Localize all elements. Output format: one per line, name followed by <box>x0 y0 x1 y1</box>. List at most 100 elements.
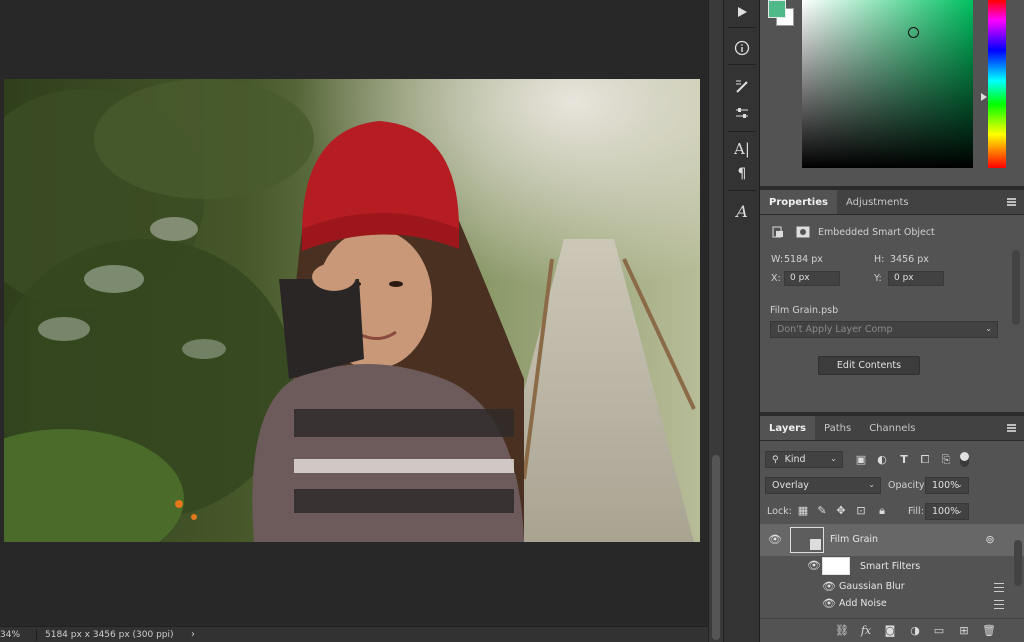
layers-scrollbar[interactable] <box>1014 540 1022 586</box>
canvas-photo[interactable] <box>4 79 700 542</box>
saturation-value-field[interactable] <box>802 0 973 168</box>
type-filter-icon[interactable]: T <box>898 454 910 466</box>
info-icon[interactable] <box>730 36 754 60</box>
document-canvas[interactable] <box>0 0 708 626</box>
filter-toggle[interactable] <box>960 452 969 467</box>
filter-name[interactable]: Gaussian Blur <box>839 581 905 592</box>
edit-contents-button[interactable]: Edit Contents <box>818 356 920 375</box>
layer-name[interactable]: Film Grain <box>830 534 878 545</box>
blend-mode-value: Overlay <box>772 480 809 491</box>
status-bar: 34% 5184 px x 3456 px (300 ppi) › <box>0 626 708 642</box>
adjustment-icon[interactable]: ◑ <box>908 624 922 638</box>
folder-icon[interactable]: ▭ <box>932 624 946 638</box>
layer-filter-kind-select[interactable]: ⚲ Kind ⌄ <box>765 451 843 468</box>
brush-presets-icon[interactable] <box>730 74 754 98</box>
x-position-field[interactable]: 0 px <box>784 271 840 286</box>
tab-adjustments[interactable]: Adjustments <box>837 190 918 214</box>
layer-row-smart-filters[interactable]: 👁︎ Smart Filters <box>760 556 1024 576</box>
lock-transparent-icon[interactable]: ▦ <box>797 505 809 517</box>
status-divider <box>36 628 37 641</box>
pixel-filter-icon[interactable]: ▣ <box>855 454 867 466</box>
smart-object-icon <box>772 226 784 238</box>
smart-filter-indicator-icon[interactable]: ⊚ <box>984 534 996 546</box>
foreground-color-swatch[interactable] <box>768 0 786 18</box>
toggle-knob <box>960 452 969 461</box>
layers-footer: ⛓︎ fx ◙ ◑ ▭ ⊞ 🗑︎ <box>760 618 1024 642</box>
lock-artboard-icon[interactable]: ⊡ <box>855 505 867 517</box>
y-label: Y: <box>874 273 882 284</box>
filter-name[interactable]: Add Noise <box>839 598 887 609</box>
panel-icon-column: A| ¶ A <box>723 0 760 642</box>
width-label: W: <box>771 254 784 265</box>
layer-comp-select[interactable]: Don't Apply Layer Comp ⌄ <box>770 321 998 338</box>
opacity-value: 100% <box>932 480 960 491</box>
zoom-level[interactable]: 34% <box>0 630 28 640</box>
properties-panel: Properties Adjustments Embedded Smart Ob… <box>760 190 1024 412</box>
opacity-label: Opacity: <box>888 480 928 491</box>
scrollbar-thumb[interactable] <box>712 455 720 640</box>
layer-row-gaussian-blur[interactable]: 👁︎ Gaussian Blur <box>760 578 1024 595</box>
layer-name[interactable]: Smart Filters <box>860 561 920 572</box>
fill-value: 100% <box>932 506 960 517</box>
height-value[interactable]: 3456 px <box>890 254 929 265</box>
new-layer-icon[interactable]: ⊞ <box>957 624 971 638</box>
filter-blending-options-icon[interactable] <box>994 600 1004 609</box>
shape-filter-icon[interactable]: ⧠ <box>919 454 931 466</box>
layers-panel: Layers Paths Channels ⚲ Kind ⌄ ▣ ◐ T ⧠ ⎘… <box>760 416 1024 642</box>
adjustment-filter-icon[interactable]: ◐ <box>876 454 888 466</box>
tab-channels[interactable]: Channels <box>860 416 924 440</box>
canvas-scrollbar[interactable] <box>708 0 723 642</box>
document-info: 5184 px x 3456 px (300 ppi) <box>45 629 174 640</box>
properties-scrollbar[interactable] <box>1012 250 1020 325</box>
trash-icon[interactable]: 🗑︎ <box>982 624 996 638</box>
blend-mode-select[interactable]: Overlay ⌄ <box>765 477 881 494</box>
width-value[interactable]: 5184 px <box>784 254 823 265</box>
paragraph-icon[interactable]: ¶ <box>730 162 754 186</box>
color-panel <box>760 0 1024 186</box>
character-icon[interactable]: A| <box>730 137 754 161</box>
lock-position-icon[interactable]: ✥ <box>835 505 847 517</box>
link-icon[interactable]: ⛓︎ <box>835 624 849 638</box>
mask-icon[interactable]: ◙ <box>883 624 897 638</box>
layers-tabbar: Layers Paths Channels <box>760 416 1024 441</box>
mask-icon[interactable] <box>796 226 810 238</box>
panel-menu-icon[interactable] <box>1007 198 1016 206</box>
status-menu-arrow[interactable]: › <box>191 629 195 640</box>
tab-paths[interactable]: Paths <box>815 416 860 440</box>
fx-icon[interactable]: fx <box>859 624 873 638</box>
chevron-down-icon: ⌄ <box>985 324 992 333</box>
smart-object-filter-icon[interactable]: ⎘ <box>940 454 952 466</box>
layer-row-film-grain[interactable]: 👁︎ Film Grain ⊚ <box>760 524 1024 556</box>
fill-field[interactable]: 100% ⌄ <box>925 503 969 520</box>
color-cursor[interactable] <box>908 27 919 38</box>
hue-slider[interactable] <box>988 0 1006 168</box>
hue-marker[interactable] <box>981 93 987 101</box>
glyphs-icon[interactable]: A <box>730 199 754 223</box>
visibility-eye-icon[interactable]: 👁︎ <box>822 597 836 610</box>
photo-image <box>4 79 700 542</box>
tool-divider <box>728 131 756 132</box>
layer-row-add-noise[interactable]: 👁︎ Add Noise <box>760 595 1024 612</box>
chevron-down-icon: ⌄ <box>956 506 963 515</box>
kind-value: Kind <box>784 454 806 465</box>
brush-settings-icon[interactable] <box>730 101 754 125</box>
play-icon[interactable] <box>730 0 754 24</box>
lock-all-icon[interactable]: 🔒︎ <box>876 505 888 517</box>
visibility-eye-icon[interactable]: 👁︎ <box>822 580 836 593</box>
y-position-field[interactable]: 0 px <box>888 271 944 286</box>
chevron-down-icon: ⌄ <box>956 480 963 489</box>
tool-divider <box>728 190 756 191</box>
tab-properties[interactable]: Properties <box>760 190 837 214</box>
lock-image-icon[interactable]: ✎ <box>816 505 828 517</box>
visibility-eye-icon[interactable]: 👁︎ <box>768 533 782 546</box>
opacity-field[interactable]: 100% ⌄ <box>925 477 969 494</box>
smart-filter-mask-thumbnail <box>822 557 850 575</box>
linked-file-name: Film Grain.psb <box>770 305 839 316</box>
properties-tabbar: Properties Adjustments <box>760 190 1024 215</box>
visibility-eye-icon[interactable]: 👁︎ <box>807 559 821 572</box>
right-panel-dock: Properties Adjustments Embedded Smart Ob… <box>760 0 1024 642</box>
filter-blending-options-icon[interactable] <box>994 583 1004 592</box>
panel-menu-icon[interactable] <box>1007 424 1016 432</box>
tab-layers[interactable]: Layers <box>760 416 815 440</box>
chevron-down-icon: ⌄ <box>830 454 837 463</box>
